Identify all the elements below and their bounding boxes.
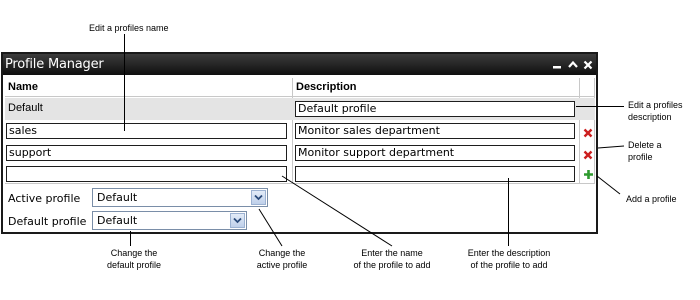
profile-name: Default [8,102,43,114]
callout-change-active-line2: active profile [256,260,308,270]
callout-delete-line1: Delete a [628,140,662,150]
description-field[interactable]: Monitor support department [295,145,575,161]
new-name-field[interactable] [6,166,287,182]
callout-edit-name: Edit a profiles name [89,23,169,33]
chevron-up-icon[interactable] [566,58,579,71]
delete-icon[interactable] [583,147,593,165]
name-field[interactable]: support [6,145,287,161]
profiles-table: Name Description Default Default profile… [5,78,595,234]
callout-edit-description-line1: Edit a profiles [628,100,683,110]
callout-enter-name-line2: of the profile to add [353,260,431,270]
callout-change-default-line1: Change the [110,248,158,258]
close-icon[interactable] [581,58,594,71]
callout-add: Add a profile [626,194,677,204]
title-bar[interactable]: Profile Manager [3,54,596,75]
callout-change-default: Change the default profile [96,247,172,271]
callout-enter-description: Enter the description of the profile to … [458,247,560,271]
table-row[interactable]: support Monitor support department [5,143,595,165]
new-description-field[interactable] [295,166,575,182]
table-row[interactable]: sales Monitor sales department [5,121,595,143]
description-field[interactable]: Default profile [295,101,575,117]
default-profile-value: Default [97,214,138,227]
minimize-icon[interactable] [551,58,564,71]
profile-manager-window: Profile Manager Name Description Default… [1,52,598,234]
callout-change-default-line2: default profile [106,260,162,270]
table-row[interactable]: Default Default profile [5,98,595,120]
callout-delete-line2: profile [628,152,653,162]
active-profile-label: Active profile [8,192,81,205]
default-profile-label: Default profile [8,215,87,228]
callout-enter-description-line2: of the profile to add [470,260,548,270]
default-profile-select[interactable]: Default [92,211,247,230]
description-column-header[interactable]: Description [293,78,579,97]
name-column-header[interactable]: Name [5,78,292,97]
name-field[interactable]: sales [6,123,287,139]
table-bottom-divider [5,183,595,184]
chevron-down-icon[interactable] [230,213,245,228]
callout-edit-description: Edit a profiles description [628,99,683,123]
callout-change-active-line1: Change the [258,248,306,258]
chevron-down-icon[interactable] [251,190,266,205]
callout-delete: Delete a profile [628,139,662,163]
callout-change-active: Change the active profile [245,247,319,271]
active-profile-value: Default [97,191,138,204]
callout-enter-name-line1: Enter the name [361,248,423,258]
active-profile-select[interactable]: Default [92,188,268,207]
delete-icon[interactable] [583,125,593,143]
window-title: Profile Manager [5,57,104,72]
callout-enter-name: Enter the name of the profile to add [344,247,440,271]
callout-edit-description-line2: description [628,112,672,122]
callout-enter-description-line1: Enter the description [467,248,551,258]
description-field[interactable]: Monitor sales department [295,123,575,139]
actions-column-header [580,78,594,97]
